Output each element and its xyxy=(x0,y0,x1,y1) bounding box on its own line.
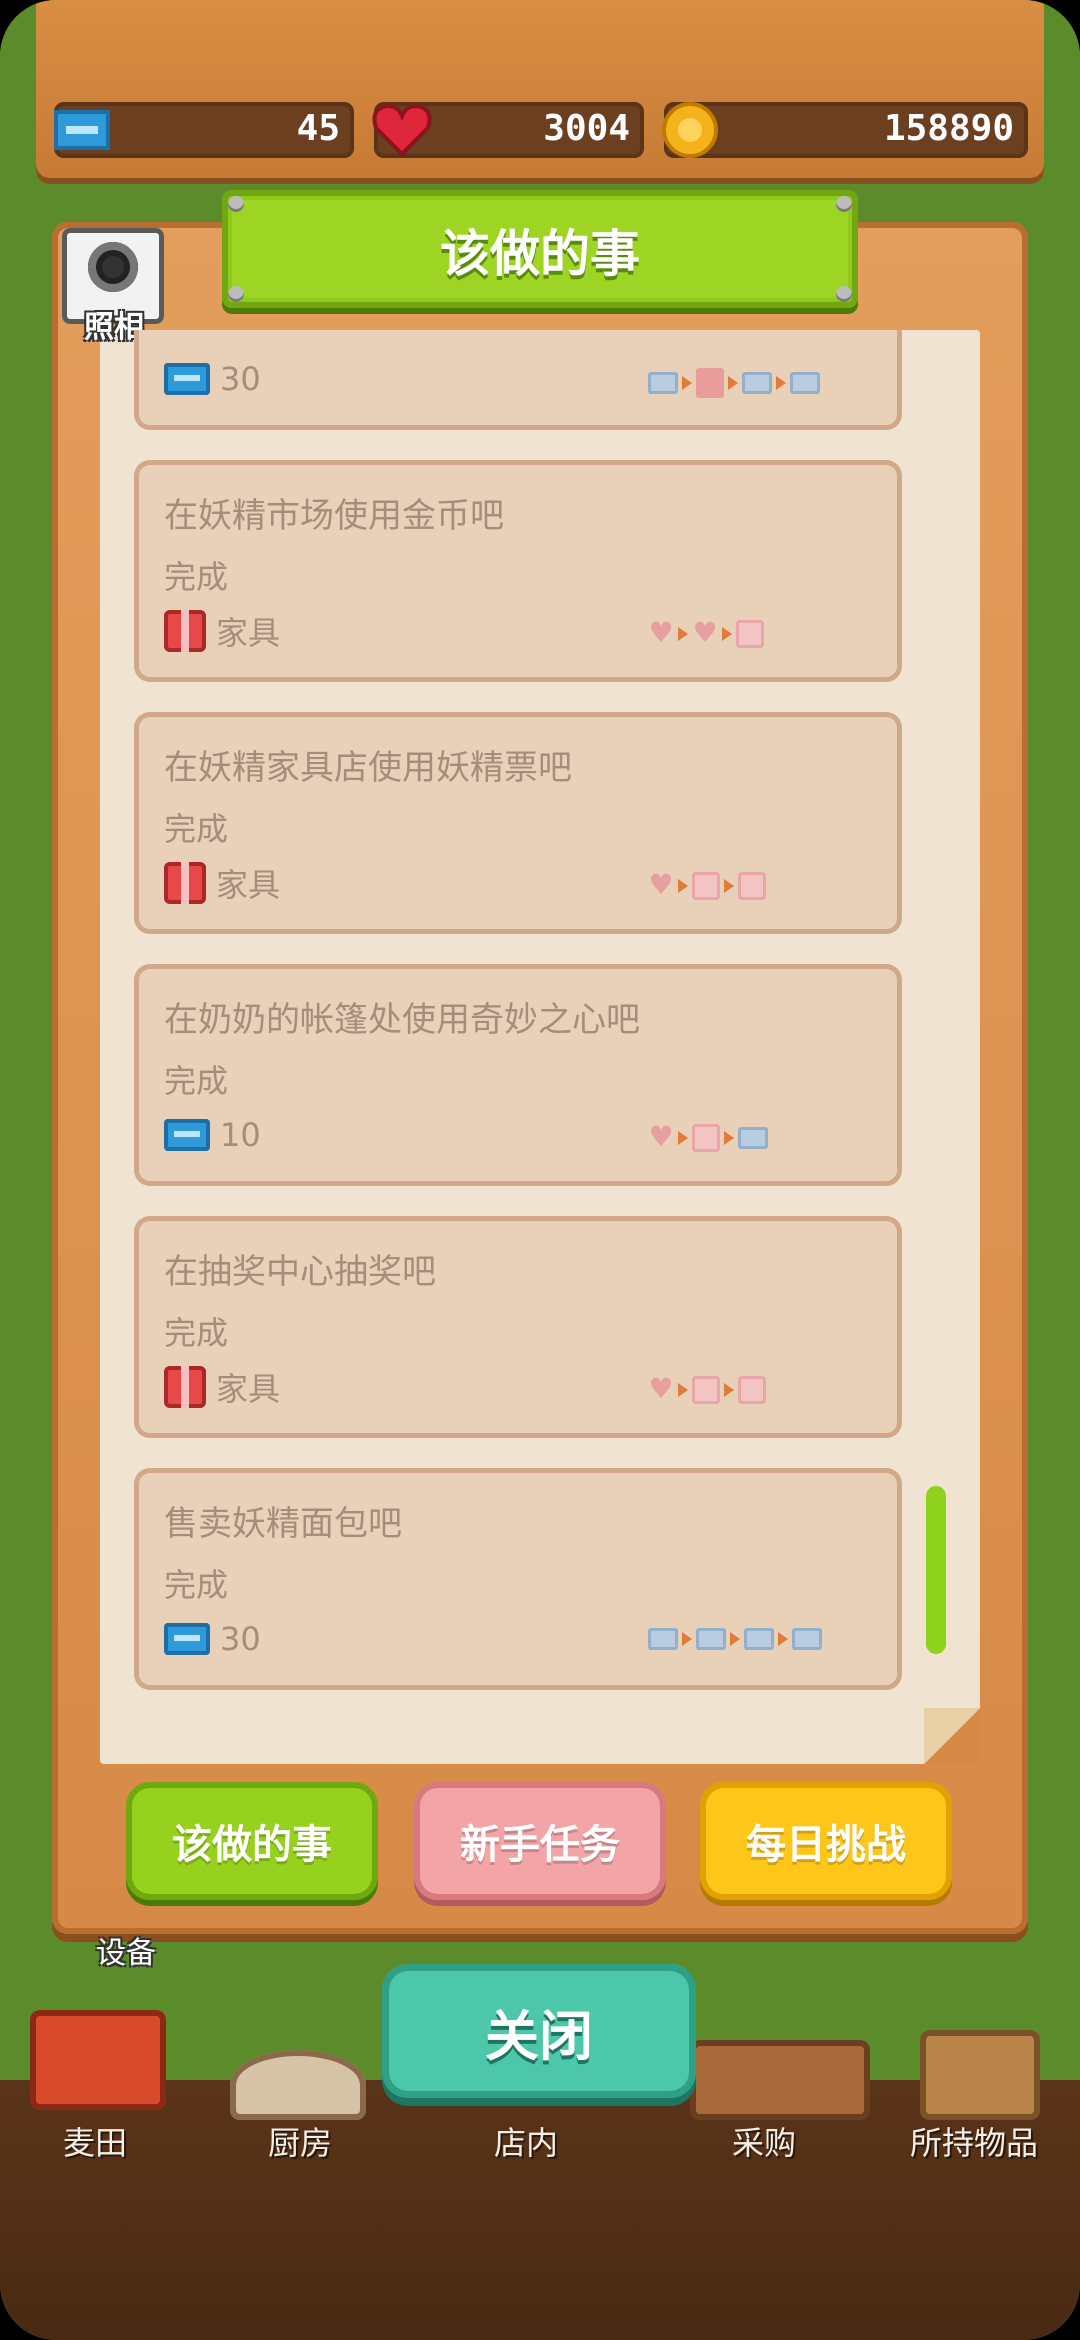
task-card[interactable]: 30 xyxy=(134,330,902,430)
dock-kitchen-label[interactable]: 厨房 xyxy=(200,2118,400,2164)
tab-newbie-label: 新手任务 xyxy=(460,1822,620,1868)
progress-track: ♥ ♥ xyxy=(648,616,764,649)
resource-bar: 45 3004 158890 xyxy=(36,0,1044,178)
task-status: 完成 xyxy=(164,1062,229,1100)
camera-icon xyxy=(88,242,138,292)
progress-track: ♥ xyxy=(648,868,766,901)
close-button[interactable]: 关闭 xyxy=(382,1964,696,2098)
gift-icon xyxy=(692,872,720,900)
dock-shop-label[interactable]: 店内 xyxy=(426,2118,626,2164)
task-status: 完成 xyxy=(164,1566,229,1604)
game-screen: 45 3004 158890 该做的事 照相 30 在妖精市场使用金币吧 完成 … xyxy=(0,0,1080,2340)
progress-track: ♥ xyxy=(648,1372,766,1405)
progress-track xyxy=(648,1628,822,1650)
task-text: 在奶奶的帐篷处使用奇妙之心吧 xyxy=(164,1000,640,1040)
task-status: 完成 xyxy=(164,1314,229,1352)
heart-icon: ♥ xyxy=(648,616,674,649)
ticket-icon xyxy=(744,1628,774,1650)
purchase-shelf-icon[interactable] xyxy=(690,2040,870,2120)
tab-daily-label: 每日挑战 xyxy=(746,1822,906,1868)
ticket-icon xyxy=(164,363,210,395)
ticket-icon xyxy=(790,372,820,394)
ticket-count: 45 xyxy=(296,108,340,149)
dock-purchase-label[interactable]: 采购 xyxy=(664,2118,864,2164)
reward-text: 10 xyxy=(220,1116,261,1154)
coin-count: 158890 xyxy=(883,108,1014,149)
reward-text: 家具 xyxy=(216,614,281,652)
gift-icon xyxy=(692,1376,720,1404)
gift-icon xyxy=(164,610,206,652)
tab-daily-challenge[interactable]: 每日挑战 xyxy=(700,1782,952,1900)
kitchen-icon[interactable] xyxy=(230,2050,366,2120)
task-text: 在抽奖中心抽奖吧 xyxy=(164,1252,436,1292)
heart-icon: ♥ xyxy=(692,616,718,649)
dock-field-label[interactable]: 麦田 xyxy=(0,2118,190,2164)
gift-icon xyxy=(738,872,766,900)
equipment-label[interactable]: 设备 xyxy=(66,1928,186,1972)
coin-icon xyxy=(660,100,720,160)
heart-icon xyxy=(370,100,432,160)
list-scrollbar[interactable] xyxy=(926,1486,946,1654)
task-card[interactable]: 在奶奶的帐篷处使用奇妙之心吧 完成 10 ♥ xyxy=(134,964,902,1186)
coin-counter: 158890 xyxy=(662,102,1028,158)
heart-counter: 3004 xyxy=(372,102,644,158)
task-card[interactable]: 在妖精家具店使用妖精票吧 完成 家具 ♥ xyxy=(134,712,902,934)
gift-icon xyxy=(692,1124,720,1152)
close-button-label: 关闭 xyxy=(485,2004,593,2068)
ticket-icon xyxy=(164,1119,210,1151)
tab-newbie-tasks[interactable]: 新手任务 xyxy=(414,1782,666,1900)
ticket-icon xyxy=(792,1628,822,1650)
heart-icon: ♥ xyxy=(648,1372,674,1405)
ticket-icon xyxy=(696,1628,726,1650)
reward: 30 xyxy=(164,358,261,400)
task-text: 在妖精家具店使用妖精票吧 xyxy=(164,748,572,788)
tab-todo-label: 该做的事 xyxy=(172,1822,332,1868)
ticket-icon xyxy=(50,100,110,160)
heart-icon: ♥ xyxy=(648,868,674,901)
task-text: 在妖精市场使用金币吧 xyxy=(164,496,504,536)
task-card[interactable]: 在妖精市场使用金币吧 完成 家具 ♥ ♥ xyxy=(134,460,902,682)
reward: 10 xyxy=(164,1114,261,1156)
panel-title: 该做的事 xyxy=(440,225,640,283)
gift-icon xyxy=(738,1376,766,1404)
reward-text: 家具 xyxy=(216,1370,281,1408)
reward: 家具 xyxy=(164,610,280,652)
book-icon xyxy=(696,368,724,398)
ticket-icon xyxy=(648,372,678,394)
wheat-field-icon[interactable] xyxy=(30,2010,166,2110)
ticket-icon xyxy=(648,1628,678,1650)
progress-track: ♥ xyxy=(648,1120,768,1153)
reward-text: 30 xyxy=(220,360,261,398)
gift-icon xyxy=(164,1366,206,1408)
reward: 家具 xyxy=(164,1366,280,1408)
heart-icon: ♥ xyxy=(648,1120,674,1153)
progress-track xyxy=(648,368,820,398)
ticket-icon xyxy=(738,1127,768,1149)
reward: 家具 xyxy=(164,862,280,904)
task-card[interactable]: 售卖妖精面包吧 完成 30 xyxy=(134,1468,902,1690)
ticket-counter: 45 xyxy=(54,102,354,158)
reward: 30 xyxy=(164,1618,261,1660)
task-text: 售卖妖精面包吧 xyxy=(164,1504,402,1544)
tab-todo[interactable]: 该做的事 xyxy=(126,1782,378,1900)
task-list[interactable]: 30 在妖精市场使用金币吧 完成 家具 ♥ ♥ 在妖精家具店使用妖精票吧 完成 … xyxy=(100,330,980,1710)
inventory-box-icon[interactable] xyxy=(920,2030,1040,2120)
gift-icon xyxy=(164,862,206,904)
task-status: 完成 xyxy=(164,810,229,848)
heart-count: 3004 xyxy=(543,108,630,149)
ticket-icon xyxy=(742,372,772,394)
reward-text: 家具 xyxy=(216,866,281,904)
gift-icon xyxy=(736,620,764,648)
panel-title-banner: 该做的事 xyxy=(222,190,858,308)
reward-text: 30 xyxy=(220,1620,261,1658)
ticket-icon xyxy=(164,1623,210,1655)
task-card[interactable]: 在抽奖中心抽奖吧 完成 家具 ♥ xyxy=(134,1216,902,1438)
dock-items-label[interactable]: 所持物品 xyxy=(876,2118,1072,2164)
task-status: 完成 xyxy=(164,558,229,596)
